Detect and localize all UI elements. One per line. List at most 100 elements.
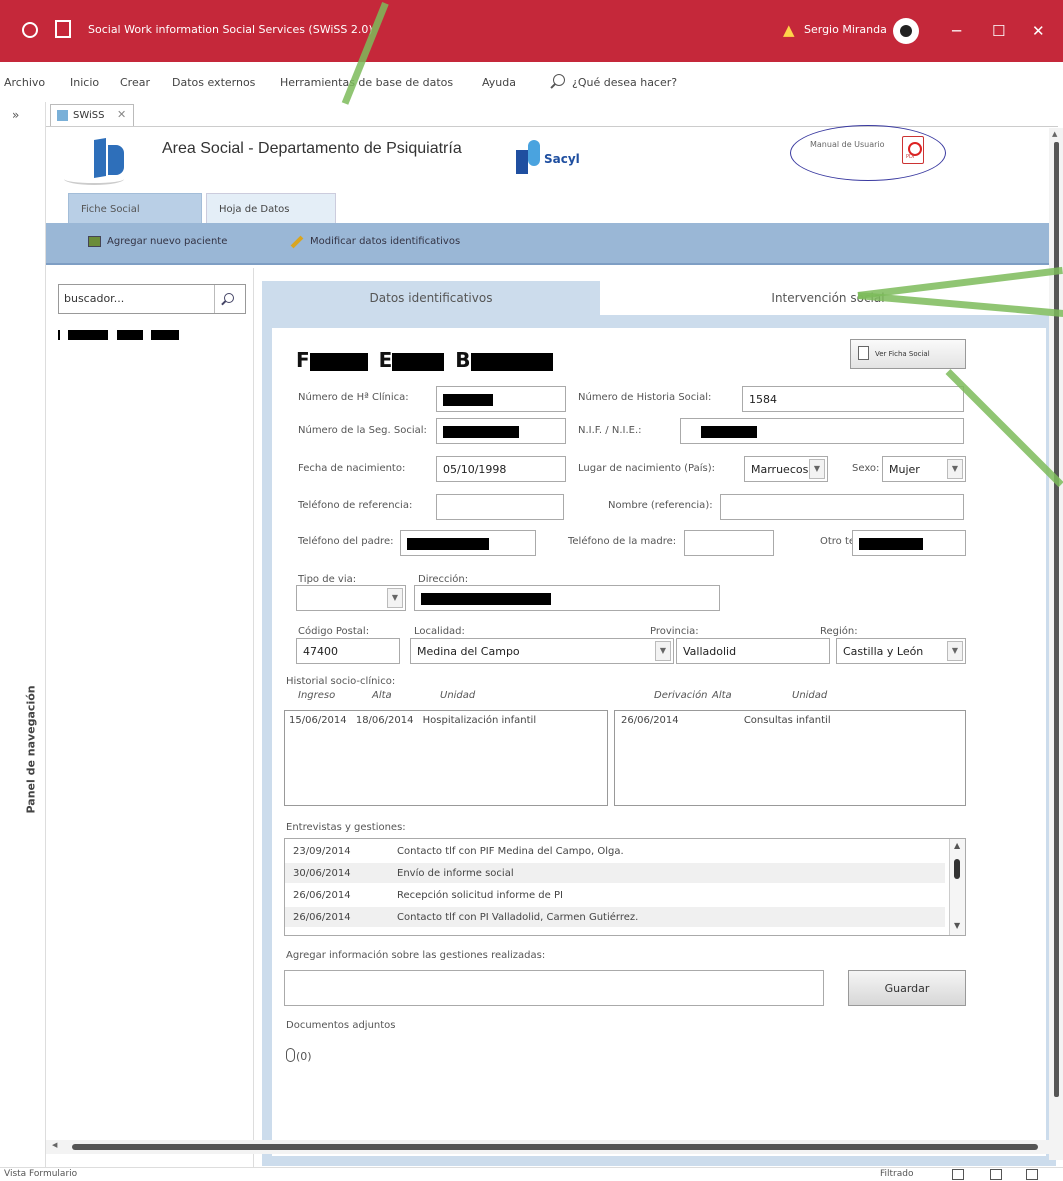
- save-icon[interactable]: [55, 20, 71, 38]
- design-view-icon[interactable]: [1026, 1169, 1038, 1180]
- window-scrollbar[interactable]: ▲: [1049, 128, 1063, 1160]
- scroll-up-icon[interactable]: ▲: [954, 841, 960, 850]
- address-field[interactable]: [414, 585, 720, 611]
- menu-datos-externos[interactable]: Datos externos: [172, 76, 255, 89]
- guardar-button[interactable]: Guardar: [848, 970, 966, 1006]
- scroll-down-icon[interactable]: ▼: [954, 921, 960, 930]
- hs-field[interactable]: 1584: [742, 386, 964, 412]
- tell-me-input[interactable]: ¿Qué desea hacer?: [572, 76, 677, 89]
- ref-phone-label: Teléfono de referencia:: [298, 500, 413, 511]
- table-row[interactable]: 26/06/2014 Contacto tlf con PI Valladolid…: [285, 907, 945, 927]
- father-phone-field[interactable]: [400, 530, 536, 556]
- patient-name: F E B: [296, 348, 553, 372]
- ribbon-tabs: Fiche Social Hoja de Datos: [46, 193, 1058, 223]
- modify-data-button[interactable]: Modificar datos identificativos: [290, 235, 460, 248]
- form-icon: [57, 110, 68, 121]
- menu-inicio[interactable]: Inicio: [70, 76, 99, 89]
- tab-intervencion-social[interactable]: Intervención social: [600, 281, 1056, 316]
- add-info-input[interactable]: [284, 970, 824, 1006]
- ref-name-field[interactable]: [720, 494, 964, 520]
- scroll-thumb[interactable]: [1054, 142, 1059, 1097]
- minimize-button[interactable]: ─: [952, 22, 961, 40]
- interviews-scrollbar[interactable]: ▲ ▼: [949, 839, 965, 935]
- tab-hoja-de-datos[interactable]: Hoja de Datos: [206, 193, 336, 223]
- paperclip-icon[interactable]: [286, 1048, 295, 1062]
- father-phone-label: Teléfono del padre:: [298, 536, 394, 547]
- filter-status[interactable]: Filtrado: [880, 1169, 914, 1179]
- patient-list-panel: [46, 268, 254, 1168]
- expand-nav-icon[interactable]: »: [12, 108, 19, 122]
- chevron-down-icon[interactable]: ▼: [947, 459, 963, 479]
- menu-archivo[interactable]: Archivo: [4, 76, 45, 89]
- locality-select[interactable]: Medina del Campo ▼: [410, 638, 674, 664]
- admissions-list[interactable]: 15/06/2014 18/06/2014 Hospitalización in…: [284, 710, 608, 806]
- scroll-up-icon[interactable]: ▲: [1052, 130, 1057, 138]
- nif-field[interactable]: [680, 418, 964, 444]
- chevron-down-icon[interactable]: ▼: [387, 588, 403, 608]
- form-view-icon[interactable]: [952, 1169, 964, 1180]
- maximize-button[interactable]: ☐: [992, 22, 1005, 40]
- scroll-left-icon[interactable]: ◀: [52, 1141, 57, 1149]
- search-icon[interactable]: [224, 293, 234, 303]
- chevron-down-icon[interactable]: ▼: [947, 641, 963, 661]
- title-bar: Social Work information Social Services …: [0, 0, 1063, 62]
- menu-ayuda[interactable]: Ayuda: [482, 76, 516, 89]
- ribbon-toolbar: Agregar nuevo paciente Modificar datos i…: [46, 223, 1058, 265]
- list-item[interactable]: 26/06/2014 Consultas infantil: [621, 715, 831, 726]
- dob-field[interactable]: 05/10/1998: [436, 456, 566, 482]
- document-tab-swiss[interactable]: SWiSS ✕: [50, 104, 134, 126]
- tab-fiche-social[interactable]: Fiche Social: [68, 193, 202, 223]
- user-name[interactable]: Sergio Miranda: [804, 23, 887, 36]
- warning-icon[interactable]: ▲: [783, 21, 795, 39]
- menu-crear[interactable]: Crear: [120, 76, 150, 89]
- via-select[interactable]: ▼: [296, 585, 406, 611]
- ss-field[interactable]: [436, 418, 566, 444]
- other-phone-field[interactable]: [852, 530, 966, 556]
- view-mode-label: Vista Formulario: [4, 1169, 78, 1179]
- chevron-down-icon[interactable]: ▼: [655, 641, 671, 661]
- pob-label: Lugar de nacimiento (País):: [578, 463, 716, 474]
- province-value: Valladolid: [683, 645, 737, 658]
- scroll-thumb[interactable]: [72, 1144, 1038, 1150]
- ref-phone-field[interactable]: [436, 494, 564, 520]
- document-tab-label: SWiSS: [73, 110, 105, 121]
- dob-label: Fecha de nacimiento:: [298, 463, 406, 474]
- pob-value: Marruecos: [751, 463, 809, 476]
- add-patient-button[interactable]: Agregar nuevo paciente: [88, 236, 227, 247]
- referrals-list[interactable]: 26/06/2014 Consultas infantil: [614, 710, 966, 806]
- history-header-alta: Alta: [372, 690, 392, 701]
- annotation-circle: [790, 125, 946, 181]
- datasheet-view-icon[interactable]: [990, 1169, 1002, 1180]
- referral-header-unidad: Unidad: [792, 690, 828, 701]
- nif-label: N.I.F. / N.I.E.:: [578, 425, 642, 436]
- table-row[interactable]: 23/09/2014 Contacto tlf con PIF Medina de…: [285, 841, 945, 861]
- menu-herramientas[interactable]: Herramientas de base de datos: [280, 76, 453, 89]
- cp-label: Código Postal:: [298, 626, 370, 637]
- interviews-list[interactable]: 23/09/2014 Contacto tlf con PIF Medina de…: [284, 838, 966, 936]
- close-button[interactable]: ✕: [1032, 22, 1045, 40]
- close-tab-icon[interactable]: ✕: [117, 108, 126, 121]
- history-header-ingreso: Ingreso: [298, 690, 336, 701]
- scroll-thumb[interactable]: [954, 859, 960, 879]
- region-select[interactable]: Castilla y León ▼: [836, 638, 966, 664]
- cp-field[interactable]: 47400: [296, 638, 400, 664]
- list-item[interactable]: [58, 328, 179, 341]
- navigation-pane[interactable]: » Panel de navegación: [0, 102, 46, 1167]
- chevron-down-icon[interactable]: ▼: [809, 459, 825, 479]
- table-row[interactable]: 30/06/2014 Envío de informe social: [285, 863, 945, 883]
- province-select[interactable]: Valladolid: [676, 638, 830, 664]
- search-input[interactable]: buscador...: [58, 284, 246, 314]
- province-label: Provincia:: [650, 626, 699, 637]
- sex-select[interactable]: Mujer ▼: [882, 456, 966, 482]
- search-icon[interactable]: [553, 74, 565, 86]
- table-row[interactable]: 26/06/2014 Recepción solicitud informe de…: [285, 885, 945, 905]
- horizontal-scrollbar[interactable]: ◀: [46, 1140, 1050, 1154]
- list-item[interactable]: 15/06/2014 18/06/2014 Hospitalización in…: [289, 715, 536, 726]
- add-info-label: Agregar información sobre las gestiones …: [286, 950, 546, 961]
- tab-datos-identificativos[interactable]: Datos identificativos: [262, 281, 600, 316]
- navigation-pane-label[interactable]: Panel de navegación: [25, 684, 38, 813]
- mother-phone-field[interactable]: [684, 530, 774, 556]
- hc-field[interactable]: [436, 386, 566, 412]
- avatar[interactable]: [893, 18, 919, 44]
- pob-select[interactable]: Marruecos ▼: [744, 456, 828, 482]
